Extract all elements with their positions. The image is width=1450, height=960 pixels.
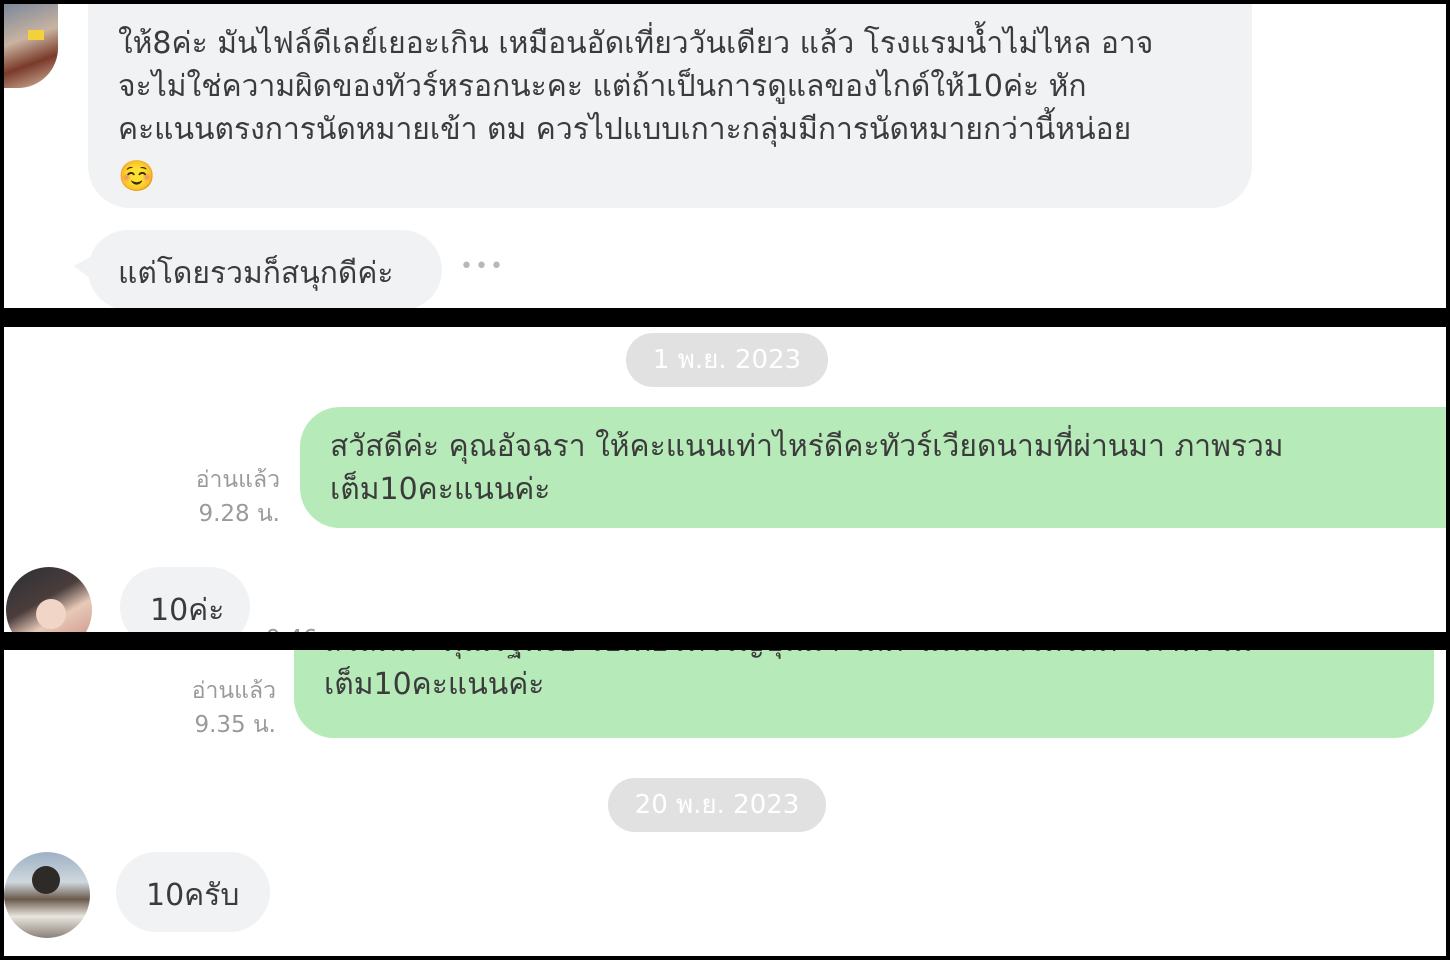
- date-separator: 1 พ.ย. 2023: [626, 333, 828, 387]
- message-time: 9.28 น.: [198, 501, 280, 527]
- message-time: 9.46 น.: [266, 621, 348, 632]
- message-line: จะไม่ใช่ความผิดของทัวร์หรอกนะคะ แต่ถ้าเป…: [118, 69, 1087, 104]
- message-line: สวัสดีค่ะ คุณอัจฉรา ให้คะแนนเท่าไหร่ดีคะ…: [330, 429, 1284, 464]
- read-label: อ่านแล้ว: [191, 678, 276, 704]
- message-line: สวัสดีค่ะ คุณรัฐพงษ์ ไปเที่ยวทัวร์ญี่ปุ่…: [324, 650, 1253, 663]
- avatar[interactable]: [6, 567, 92, 632]
- date-separator: 20 พ.ย. 2023: [608, 778, 826, 832]
- message-text: แต่โดยรวมก็สนุกดีค่ะ: [118, 256, 394, 291]
- message-bubble-incoming[interactable]: 10ค่ะ: [120, 567, 250, 632]
- read-receipt: อ่านแล้ว 9.28 น.: [164, 463, 280, 531]
- message-bubble-incoming[interactable]: 10ครับ: [116, 852, 270, 932]
- message-line: ให้8ค่ะ มันไฟล์ดีเลย์เยอะเกิน เหมือนอัดเ…: [118, 26, 1154, 61]
- message-text: 10ค่ะ: [150, 593, 225, 628]
- chat-panel-1: ให้8ค่ะ มันไฟล์ดีเลย์เยอะเกิน เหมือนอัดเ…: [4, 4, 1446, 308]
- message-text: 10ครับ: [146, 878, 240, 913]
- message-bubble-incoming[interactable]: แต่โดยรวมก็สนุกดีค่ะ: [88, 230, 442, 308]
- message-bubble-outgoing[interactable]: สวัสดีค่ะ คุณอัจฉรา ให้คะแนนเท่าไหร่ดีคะ…: [300, 407, 1446, 528]
- message-bubble-outgoing[interactable]: สวัสดีค่ะ คุณรัฐพงษ์ ไปเที่ยวทัวร์ญี่ปุ่…: [294, 650, 1434, 738]
- read-receipt: อ่านแล้ว 9.35 น.: [160, 674, 276, 742]
- chat-panel-3: สวัสดีค่ะ คุณรัฐพงษ์ ไปเที่ยวทัวร์ญี่ปุ่…: [4, 650, 1446, 956]
- read-label: อ่านแล้ว: [195, 467, 280, 493]
- chat-panel-2: 1 พ.ย. 2023 อ่านแล้ว 9.28 น. สวัสดีค่ะ ค…: [4, 327, 1446, 632]
- emoji: ☺️: [118, 159, 156, 194]
- message-bubble-incoming[interactable]: ให้8ค่ะ มันไฟล์ดีเลย์เยอะเกิน เหมือนอัดเ…: [88, 4, 1252, 208]
- more-options-icon[interactable]: •••: [460, 254, 505, 279]
- message-line: เต็ม10คะแนนค่ะ: [330, 472, 551, 507]
- message-line: เต็ม10คะแนนค่ะ: [324, 667, 545, 702]
- message-time: 9.35 น.: [194, 712, 276, 738]
- avatar[interactable]: [4, 4, 58, 88]
- message-line: คะแนนตรงการนัดหมายเข้า ตม ควรไปแบบเกาะกล…: [118, 112, 1132, 147]
- avatar[interactable]: [4, 852, 90, 938]
